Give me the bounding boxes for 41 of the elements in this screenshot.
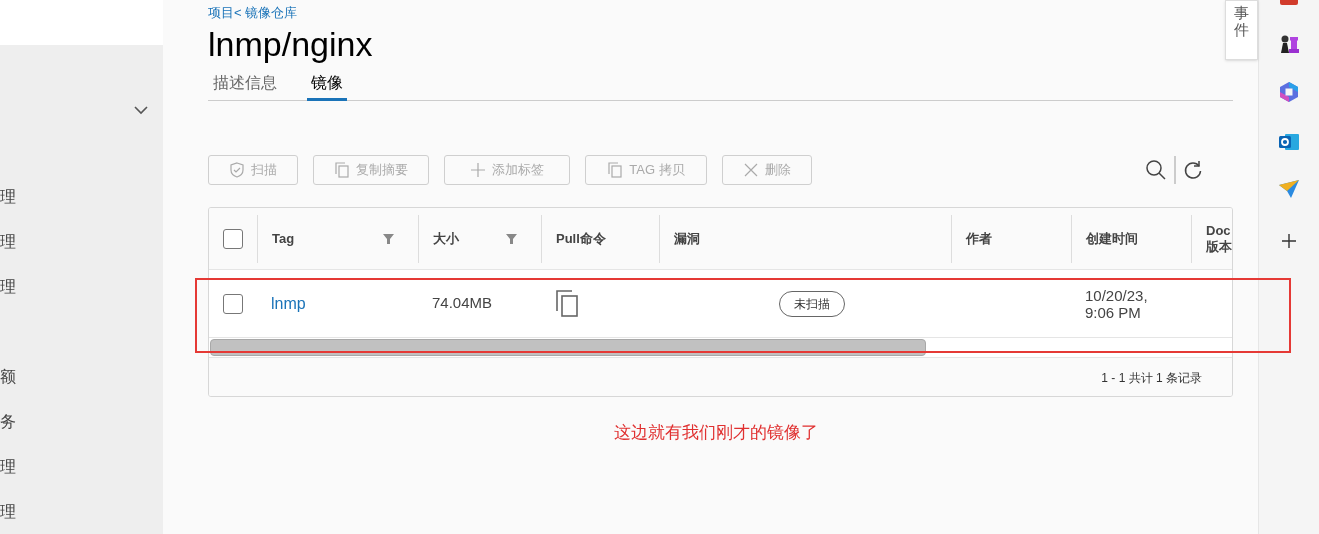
filter-icon[interactable] xyxy=(383,233,394,244)
sidebar-item[interactable]: 理 xyxy=(0,499,16,524)
column-header: Tag xyxy=(272,230,295,247)
microsoft-365-icon[interactable] xyxy=(1278,81,1300,103)
sidebar-item[interactable]: 理 xyxy=(0,274,16,299)
outlook-icon[interactable] xyxy=(1278,131,1300,153)
plus-icon xyxy=(470,162,486,178)
plus-icon[interactable] xyxy=(1281,233,1297,249)
sidebar-item[interactable]: 务 xyxy=(0,409,16,434)
pagination-text: 1 - 1 共计 1 条记录 xyxy=(1101,370,1202,387)
annotation-text: 这边就有我们刚才的镜像了 xyxy=(613,422,818,444)
filter-icon[interactable] xyxy=(506,233,517,244)
copy-icon[interactable] xyxy=(555,289,579,318)
refresh-icon[interactable] xyxy=(1183,160,1203,180)
copy-icon xyxy=(334,162,350,178)
sidebar-item[interactable]: 理 xyxy=(0,229,16,254)
chess-icon[interactable] xyxy=(1278,33,1300,55)
tab[interactable]: 描述信息 xyxy=(213,68,277,101)
page-title: lnmp/nginx xyxy=(208,24,374,64)
sidebar-item[interactable]: 额 xyxy=(0,364,16,389)
chevron-down-icon[interactable] xyxy=(134,105,148,115)
column-header: Pull命令 xyxy=(556,230,606,247)
select-all-checkbox[interactable] xyxy=(223,228,243,249)
row-checkbox[interactable] xyxy=(223,293,243,314)
column-header: 作者 xyxy=(966,230,992,247)
column-header: Doc 版本 xyxy=(1206,222,1232,255)
column-header: 大小 xyxy=(433,230,459,247)
tag-link[interactable]: lnmp xyxy=(271,291,306,316)
close-icon xyxy=(743,162,759,178)
sidebar-item[interactable]: 理 xyxy=(0,184,16,209)
copy-icon xyxy=(607,162,624,178)
search-icon[interactable] xyxy=(1145,159,1167,181)
column-header: 漏洞 xyxy=(674,230,700,247)
sidebar-item[interactable]: 理 xyxy=(0,454,16,479)
table-cell-text: 74.04MB xyxy=(432,293,493,314)
breadcrumb-link[interactable]: 项目< 镜像仓库 xyxy=(208,3,298,23)
column-header: 创建时间 xyxy=(1086,230,1138,247)
paper-plane-icon[interactable] xyxy=(1278,179,1300,199)
table-cell: 10/20/23, 9:06 PM xyxy=(1085,286,1148,321)
tab[interactable]: 镜像 xyxy=(307,68,347,101)
shield-check-icon xyxy=(229,162,245,178)
